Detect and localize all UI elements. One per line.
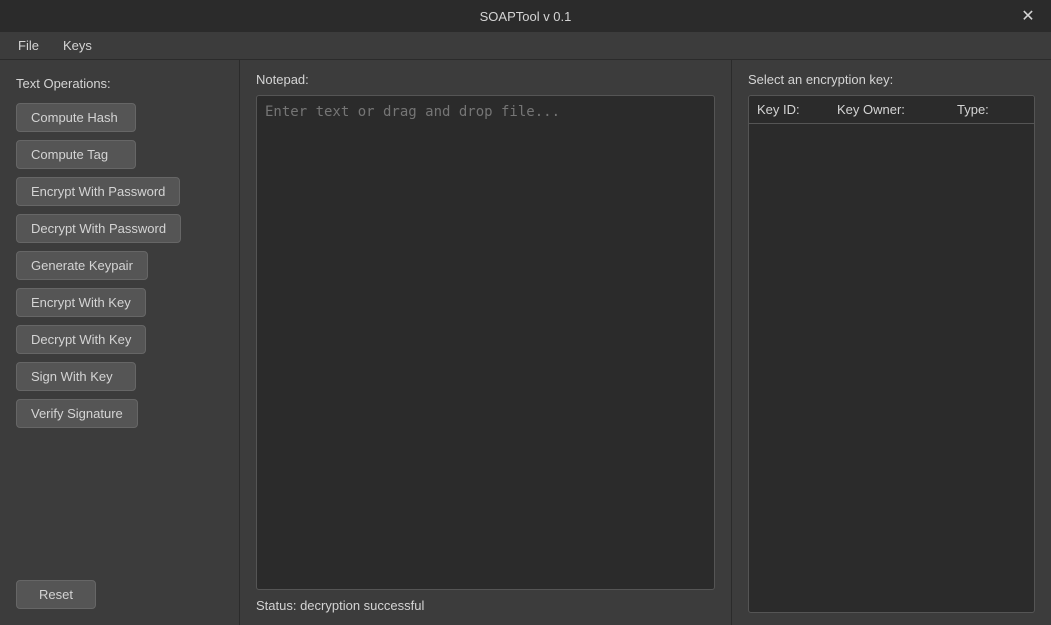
encrypt-with-password-button[interactable]: Encrypt With Password xyxy=(16,177,180,206)
key-owner-header: Key Owner: xyxy=(837,102,957,117)
decrypt-with-key-button[interactable]: Decrypt With Key xyxy=(16,325,146,354)
left-panel: Text Operations: Compute Hash Compute Ta… xyxy=(0,60,240,625)
notepad-label: Notepad: xyxy=(256,72,715,87)
reset-button[interactable]: Reset xyxy=(16,580,96,609)
right-panel: Select an encryption key: Key ID: Key Ow… xyxy=(731,60,1051,625)
decrypt-with-password-button[interactable]: Decrypt With Password xyxy=(16,214,181,243)
compute-hash-button[interactable]: Compute Hash xyxy=(16,103,136,132)
status-bar: Status: decryption successful xyxy=(256,598,715,613)
center-panel: Notepad: Status: decryption successful xyxy=(240,60,731,625)
notepad-textarea[interactable] xyxy=(256,95,715,590)
key-table: Key ID: Key Owner: Type: xyxy=(748,95,1035,613)
title-bar: SOAPTool v 0.1 ✕ xyxy=(0,0,1051,32)
key-table-header: Key ID: Key Owner: Type: xyxy=(749,96,1034,124)
sign-with-key-button[interactable]: Sign With Key xyxy=(16,362,136,391)
app-title: SOAPTool v 0.1 xyxy=(480,9,572,24)
encrypt-with-key-button[interactable]: Encrypt With Key xyxy=(16,288,146,317)
key-type-header: Type: xyxy=(957,102,1026,117)
menu-file[interactable]: File xyxy=(8,34,49,57)
key-table-body xyxy=(749,124,1034,132)
generate-keypair-button[interactable]: Generate Keypair xyxy=(16,251,148,280)
menu-bar: File Keys xyxy=(0,32,1051,60)
text-operations-label: Text Operations: xyxy=(16,76,223,91)
verify-signature-button[interactable]: Verify Signature xyxy=(16,399,138,428)
close-button[interactable]: ✕ xyxy=(1005,0,1051,32)
menu-keys[interactable]: Keys xyxy=(53,34,102,57)
key-label: Select an encryption key: xyxy=(748,72,1035,87)
main-content: Text Operations: Compute Hash Compute Ta… xyxy=(0,60,1051,625)
compute-tag-button[interactable]: Compute Tag xyxy=(16,140,136,169)
key-id-header: Key ID: xyxy=(757,102,837,117)
